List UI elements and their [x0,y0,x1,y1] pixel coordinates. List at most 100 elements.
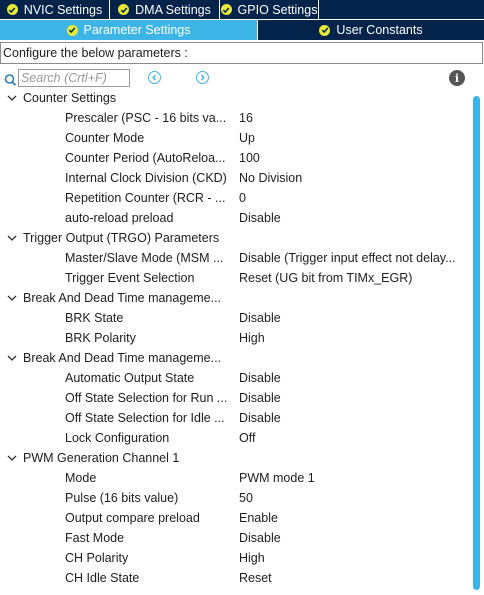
configure-parameters-label: Configure the below parameters : [0,42,483,64]
chevron-down-icon [7,355,17,361]
param-row-counter-mode[interactable]: Counter Mode Up [0,128,470,148]
tab-label: User Constants [336,23,423,37]
info-icon[interactable]: i [449,70,465,86]
param-name: Mode [65,471,97,485]
check-circle-icon [6,4,18,15]
chevron-right-icon [200,74,205,81]
param-row-lock-configuration[interactable]: Lock Configuration Off [0,428,470,448]
tab-row-bottom: Parameter Settings User Constants [0,20,484,40]
check-circle-icon [220,4,232,15]
param-row-master-slave-mode[interactable]: Master/Slave Mode (MSM ... Disable (Trigg… [0,248,470,268]
param-name: Automatic Output State [65,371,195,385]
search-toolbar: i [0,68,484,90]
param-name: Trigger Event Selection [65,271,195,285]
param-value[interactable]: Enable [239,511,467,525]
param-row-pulse[interactable]: Pulse (16 bits value) 50 [0,488,470,508]
group-title: Break And Dead Time manageme... [23,351,222,365]
tab-row-top: NVIC Settings DMA Settings GPIO Settings [0,0,484,20]
param-row-off-state-idle[interactable]: Off State Selection for Idle ... Disable [0,408,470,428]
param-name: Output compare preload [65,511,200,525]
chevron-left-icon [152,74,157,81]
param-value[interactable]: 0 [239,191,467,205]
param-row-brk-polarity[interactable]: BRK Polarity High [0,328,470,348]
param-name: CH Polarity [65,551,129,565]
param-value[interactable]: 100 [239,151,467,165]
param-row-clock-division[interactable]: Internal Clock Division (CKD) No Division [0,168,470,188]
param-name: Counter Period (AutoReloa... [65,151,226,165]
param-row-auto-reload-preload[interactable]: auto-reload preload Disable [0,208,470,228]
tab-label: DMA Settings [135,2,211,17]
check-circle-icon [118,4,130,15]
param-name: Master/Slave Mode (MSM ... [65,251,224,265]
param-value[interactable]: Off [239,431,467,445]
param-value[interactable]: Disable [239,531,467,545]
search-next-button[interactable] [196,71,209,84]
param-row-trigger-event-selection[interactable]: Trigger Event Selection Reset (UG bit fro… [0,268,470,288]
tab-gpio-settings[interactable]: GPIO Settings [220,0,319,20]
tab-parameter-settings[interactable]: Parameter Settings [0,20,258,40]
param-value[interactable]: PWM mode 1 [239,471,467,485]
check-circle-icon [66,24,78,36]
param-name: Fast Mode [65,531,125,545]
tab-label: Parameter Settings [83,23,191,37]
param-name: Off State Selection for Idle ... [65,411,225,425]
group-title: Break And Dead Time manageme... [23,291,222,305]
tab-nvic-settings[interactable]: NVIC Settings [0,0,110,20]
param-name: Off State Selection for Run ... [65,391,228,405]
param-value[interactable]: 16 [239,111,467,125]
param-row-mode[interactable]: Mode PWM mode 1 [0,468,470,488]
param-name: Counter Mode [65,131,145,145]
param-row-ch-idle-state[interactable]: CH Idle State Reset [0,568,470,588]
param-value[interactable]: Disable [239,371,467,385]
group-trigger-output[interactable]: Trigger Output (TRGO) Parameters [0,228,470,248]
search-previous-button[interactable] [148,71,161,84]
param-row-output-compare-preload[interactable]: Output compare preload Enable [0,508,470,528]
chevron-down-icon [7,95,17,101]
param-name: Internal Clock Division (CKD) [65,171,227,185]
param-name: Pulse (16 bits value) [65,491,179,505]
group-title: PWM Generation Channel 1 [23,451,180,465]
scrollbar-thumb[interactable] [473,96,480,590]
chevron-down-icon [7,235,17,241]
param-value[interactable]: Reset (UG bit from TIMx_EGR) [239,271,467,285]
group-counter-settings[interactable]: Counter Settings [0,88,470,108]
param-value[interactable]: Disable [239,311,467,325]
param-value[interactable]: Disable [239,211,467,225]
parameter-tree: Counter Settings Prescaler (PSC - 16 bit… [0,88,470,595]
param-row-ch-polarity[interactable]: CH Polarity High [0,548,470,568]
group-title: Counter Settings [23,91,117,105]
tab-dma-settings[interactable]: DMA Settings [110,0,220,20]
param-row-off-state-run[interactable]: Off State Selection for Run ... Disable [0,388,470,408]
param-name: CH Idle State [65,571,140,585]
param-value[interactable]: Disable [239,391,467,405]
param-name: Lock Configuration [65,431,170,445]
param-value[interactable]: Disable (Trigger input effect not delay.… [239,251,467,265]
group-pwm-generation-channel-1[interactable]: PWM Generation Channel 1 [0,448,470,468]
param-value[interactable]: High [239,331,467,345]
group-break-dead-time-2[interactable]: Break And Dead Time manageme... [0,348,470,368]
param-row-brk-state[interactable]: BRK State Disable [0,308,470,328]
chevron-down-icon [7,295,17,301]
search-icon [4,74,17,86]
param-name: Prescaler (PSC - 16 bits va... [65,111,227,125]
param-value[interactable]: Up [239,131,467,145]
chevron-down-icon [7,455,17,461]
tab-user-constants[interactable]: User Constants [258,20,484,40]
group-break-dead-time-1[interactable]: Break And Dead Time manageme... [0,288,470,308]
param-value[interactable]: No Division [239,171,467,185]
param-name: Repetition Counter (RCR - ... [65,191,226,205]
search-input[interactable] [18,69,130,87]
param-row-fast-mode[interactable]: Fast Mode Disable [0,528,470,548]
param-row-automatic-output-state[interactable]: Automatic Output State Disable [0,368,470,388]
param-value[interactable]: 50 [239,491,467,505]
param-name: auto-reload preload [65,211,174,225]
param-name: BRK State [65,311,124,325]
group-title: Trigger Output (TRGO) Parameters [23,231,220,245]
tab-row-top-filler [319,0,484,20]
param-row-prescaler[interactable]: Prescaler (PSC - 16 bits va... 16 [0,108,470,128]
param-row-counter-period[interactable]: Counter Period (AutoReloa... 100 [0,148,470,168]
param-value[interactable]: Reset [239,571,467,585]
param-value[interactable]: High [239,551,467,565]
param-value[interactable]: Disable [239,411,467,425]
param-row-repetition-counter[interactable]: Repetition Counter (RCR - ... 0 [0,188,470,208]
